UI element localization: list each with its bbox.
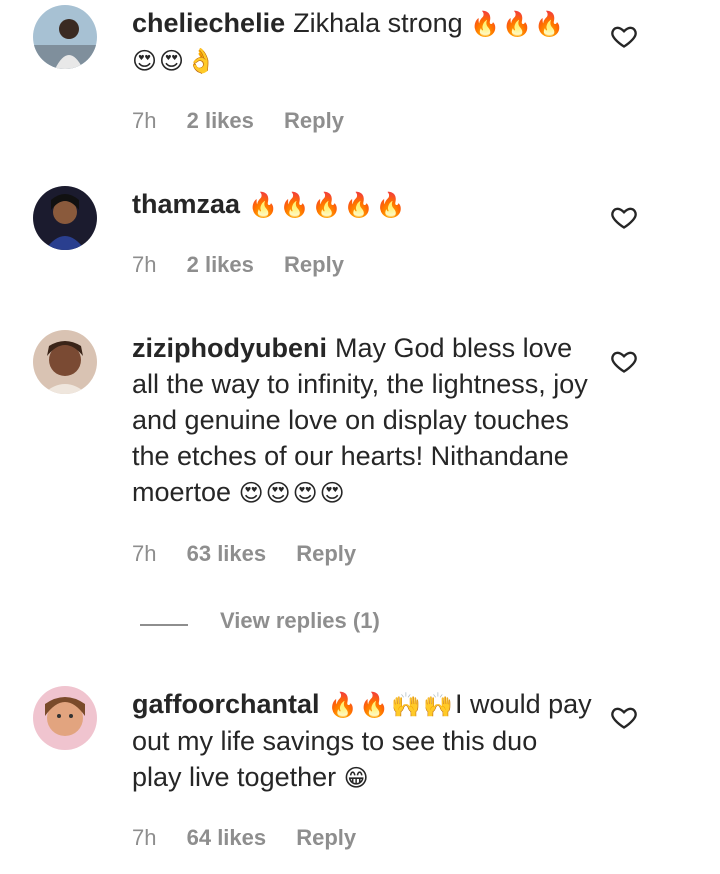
comment-text: cheliechelie Zikhala strong 🔥🔥🔥😍😍👌 [132,5,592,79]
comment-message: Zikhala strong [293,8,463,38]
like-heart-icon[interactable] [610,703,638,731]
comment-text: thamzaa 🔥🔥🔥🔥🔥 [132,186,592,223]
likes-count[interactable]: 63 likes [187,541,267,567]
reply-button[interactable]: Reply [296,541,356,567]
reply-button[interactable]: Reply [284,252,344,278]
likes-count[interactable]: 64 likes [187,825,267,851]
like-heart-icon[interactable] [610,22,638,50]
comment-meta: 7h 63 likes Reply [132,541,356,567]
avatar[interactable] [33,186,97,250]
comment-meta: 7h 2 likes Reply [132,252,344,278]
emoji-group-leading: 🔥🔥🙌🙌 [327,691,456,719]
like-heart-icon[interactable] [610,203,638,231]
avatar[interactable] [33,330,97,394]
comment-meta: 7h 64 likes Reply [132,825,356,851]
timestamp: 7h [132,825,157,850]
emoji-group: 🔥🔥🔥🔥🔥 [248,191,408,219]
username[interactable]: gaffoorchantal [132,689,320,719]
view-replies-label[interactable]: View replies (1) [220,608,380,634]
likes-count[interactable]: 2 likes [187,108,254,134]
avatar[interactable] [33,5,97,69]
emoji-group: 😍😍😍😍 [238,479,347,507]
timestamp: 7h [132,541,157,566]
comment-meta: 7h 2 likes Reply [132,108,344,134]
timestamp: 7h [132,108,157,133]
likes-count[interactable]: 2 likes [187,252,254,278]
emoji-group: 😁 [343,764,371,792]
username[interactable]: cheliechelie [132,8,285,38]
like-heart-icon[interactable] [610,347,638,375]
comment-text: ziziphodyubeni May God bless love all the… [132,330,592,511]
username[interactable]: ziziphodyubeni [132,333,327,363]
comment-text: gaffoorchantal 🔥🔥🙌🙌I would pay out my lif… [132,686,592,796]
timestamp: 7h [132,252,157,277]
username[interactable]: thamzaa [132,189,240,219]
avatar[interactable] [33,686,97,750]
reply-button[interactable]: Reply [284,108,344,134]
view-replies-divider [140,624,188,626]
reply-button[interactable]: Reply [296,825,356,851]
